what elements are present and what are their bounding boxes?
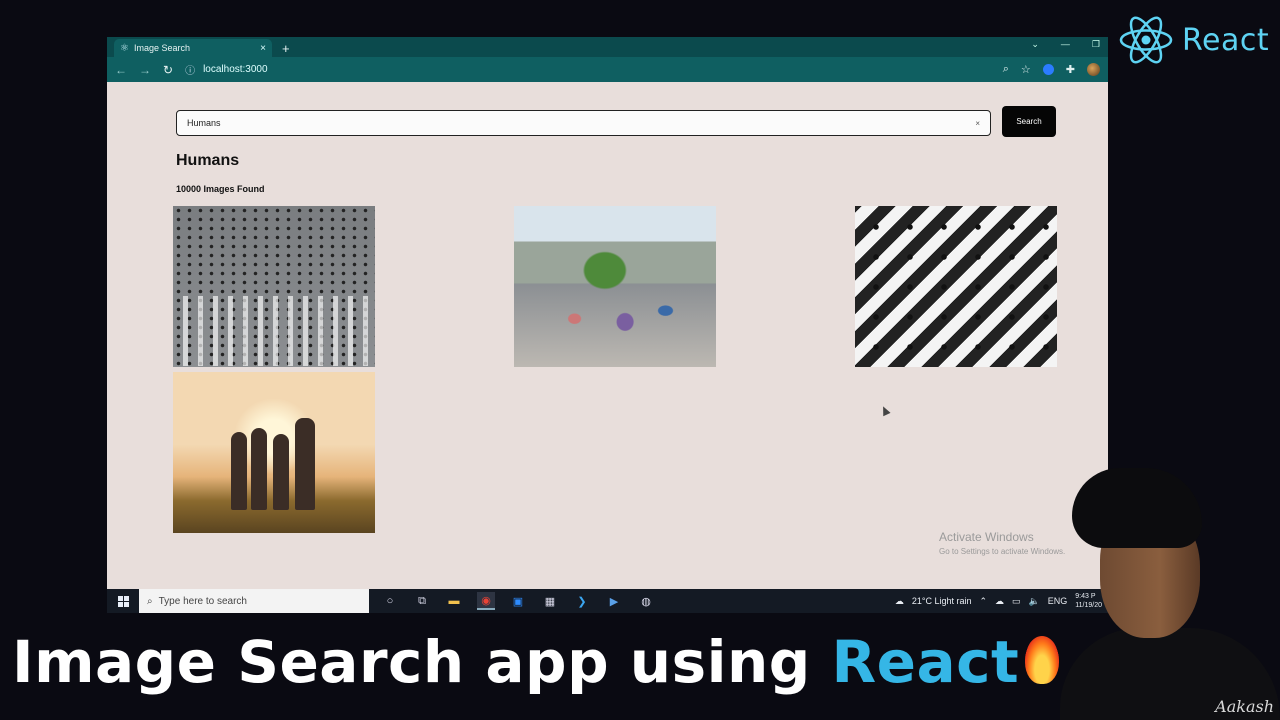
profile-avatar-icon[interactable] xyxy=(1087,63,1100,76)
restore-icon[interactable]: ❐ xyxy=(1092,39,1100,50)
react-logo: React xyxy=(1118,12,1269,68)
volume-icon[interactable]: 🔈 xyxy=(1029,596,1040,607)
url-text: localhost:3000 xyxy=(203,64,268,75)
url-field[interactable]: ⓘ localhost:3000 xyxy=(185,62,268,77)
chrome-icon[interactable]: ◉ xyxy=(477,592,495,610)
tab-search-icon[interactable]: ⌄ xyxy=(1031,39,1039,50)
city-street-crowd-image[interactable] xyxy=(514,206,716,367)
mouse-cursor-icon xyxy=(879,404,891,417)
results-title: Humans xyxy=(176,152,240,169)
taskbar-search-placeholder: Type here to search xyxy=(158,595,247,607)
search-input[interactable]: Humans × xyxy=(176,110,991,136)
reload-icon[interactable]: ↻ xyxy=(163,63,173,77)
start-button[interactable] xyxy=(107,595,139,607)
headline-highlight: React xyxy=(831,628,1020,696)
activate-windows-watermark: Activate Windows Go to Settings to activ… xyxy=(939,530,1065,556)
address-bar: ← → ↻ ⓘ localhost:3000 ⌕ ☆ ✚ xyxy=(107,57,1108,82)
intellij-icon[interactable]: ▦ xyxy=(541,592,559,610)
results-count: 10000 Images Found xyxy=(176,184,265,194)
presenter-signature: Aakash xyxy=(1215,697,1274,716)
browser-window: ⚛ Image Search × + ⌄ — ❐ ← → ↻ ⓘ localho… xyxy=(107,37,1108,613)
windows-logo-icon xyxy=(117,595,129,607)
bookmark-star-icon[interactable]: ☆ xyxy=(1021,63,1031,76)
windows-taskbar: ⌕ Type here to search ○ ⧉ ▬ ◉ ▣ ▦ ❯ ▶ ◍ … xyxy=(107,589,1108,613)
zoom-icon[interactable]: ⌕ xyxy=(1003,63,1009,76)
weather-icon: ☁ xyxy=(894,595,904,606)
new-tab-button[interactable]: + xyxy=(282,39,290,57)
taskbar-apps: ○ ⧉ ▬ ◉ ▣ ▦ ❯ ▶ ◍ xyxy=(381,592,655,610)
react-logo-text: React xyxy=(1182,22,1270,58)
vscode-icon[interactable]: ❯ xyxy=(573,592,591,610)
cortana-icon[interactable]: ○ xyxy=(381,592,399,610)
search-button[interactable]: Search xyxy=(1002,106,1056,137)
tab-image-search[interactable]: ⚛ Image Search × xyxy=(114,39,272,57)
video-headline: Image Search app using React xyxy=(12,628,1060,696)
presenter-hair xyxy=(1072,468,1202,548)
people-silhouettes xyxy=(231,410,323,510)
extension-icon[interactable] xyxy=(1042,64,1054,75)
task-view-icon[interactable]: ⧉ xyxy=(413,592,431,610)
clear-icon[interactable]: × xyxy=(975,119,980,128)
onedrive-icon[interactable]: ☁ xyxy=(995,596,1004,607)
weather-text[interactable]: 21°C Light rain xyxy=(912,596,972,606)
forward-icon[interactable]: → xyxy=(139,63,151,77)
extensions-puzzle-icon[interactable]: ✚ xyxy=(1066,63,1075,76)
back-icon[interactable]: ← xyxy=(115,63,127,77)
crowd-crosswalk-aerial-image[interactable] xyxy=(173,206,375,367)
fire-icon xyxy=(1025,636,1060,684)
window-controls: ⌄ — ❐ xyxy=(1031,39,1100,50)
zoom-app-icon[interactable]: ▣ xyxy=(509,592,527,610)
zebra-crossing-pedestrians-image[interactable] xyxy=(855,206,1057,367)
search-input-value: Humans xyxy=(187,118,221,128)
site-info-icon[interactable]: ⓘ xyxy=(185,62,195,77)
watermark-line2: Go to Settings to activate Windows. xyxy=(939,547,1066,556)
headline-main: Image Search app using xyxy=(12,628,832,696)
obs-icon[interactable]: ◍ xyxy=(637,592,655,610)
friends-sunset-image[interactable] xyxy=(173,372,375,533)
close-tab-icon[interactable]: × xyxy=(260,43,266,54)
search-icon: ⌕ xyxy=(147,595,153,607)
tray-chevron-icon[interactable]: ⌃ xyxy=(979,596,987,607)
watermark-line1: Activate Windows xyxy=(939,530,1034,544)
powershell-icon[interactable]: ▶ xyxy=(605,592,623,610)
tab-bar: ⚛ Image Search × + ⌄ — ❐ xyxy=(107,37,1108,57)
react-favicon-icon: ⚛ xyxy=(120,42,129,54)
presenter-photo: Aakash xyxy=(1060,468,1280,720)
minimize-icon[interactable]: — xyxy=(1061,39,1070,50)
react-atom-icon xyxy=(1119,16,1173,64)
taskbar-search[interactable]: ⌕ Type here to search xyxy=(139,589,369,613)
tab-title: Image Search xyxy=(133,43,190,53)
network-icon[interactable]: ▭ xyxy=(1012,596,1021,607)
toolbar-actions: ⌕ ☆ ✚ xyxy=(1003,63,1100,76)
file-explorer-icon[interactable]: ▬ xyxy=(445,592,463,610)
app-page: Humans × Search Humans 10000 Images Foun… xyxy=(107,82,1108,589)
